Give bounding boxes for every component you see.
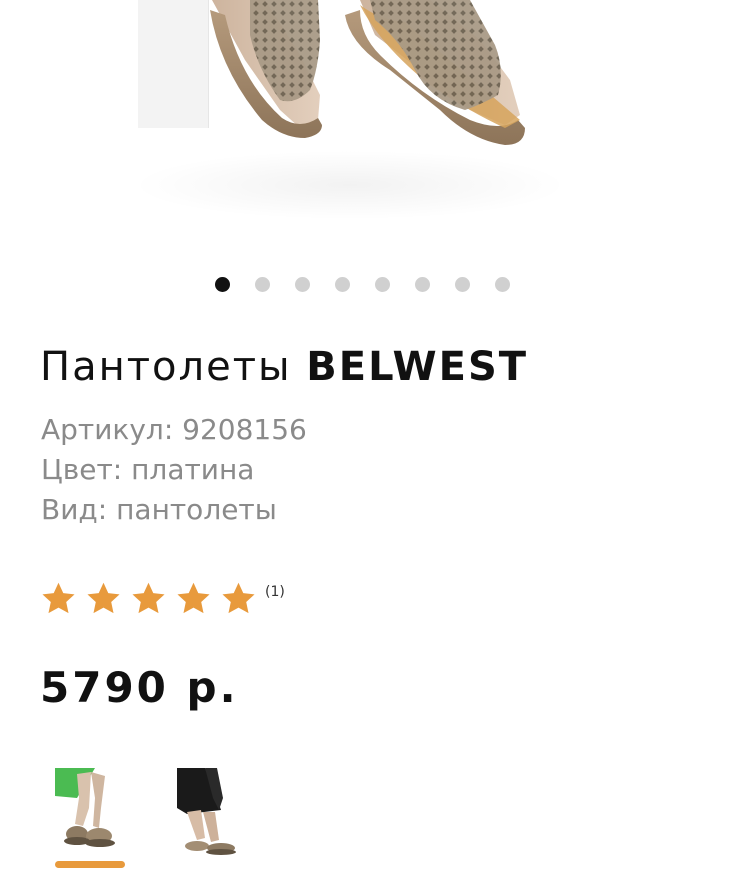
product-type-name: Пантолеты <box>40 344 292 390</box>
variant-thumbnail[interactable] <box>177 768 247 860</box>
star-icon <box>222 582 255 614</box>
carousel-dot[interactable] <box>255 277 270 292</box>
product-photo <box>210 0 525 145</box>
carousel-dot[interactable] <box>495 277 510 292</box>
review-count[interactable]: (1) <box>265 584 285 600</box>
product-price: 5790 р. <box>40 663 239 712</box>
carousel-dot[interactable] <box>375 277 390 292</box>
product-attributes: Артикул: 9208156 Цвет: платина Вид: пант… <box>41 410 307 530</box>
carousel-dot[interactable] <box>335 277 350 292</box>
variant-photo <box>55 768 125 860</box>
star-icon <box>42 582 75 614</box>
star-icon <box>132 582 165 614</box>
selected-indicator <box>55 861 125 868</box>
product-color: Цвет: платина <box>41 453 255 486</box>
product-title: Пантолеты BELWEST <box>40 340 528 394</box>
carousel-dot[interactable] <box>295 277 310 292</box>
product-image[interactable] <box>0 0 750 260</box>
product-brand[interactable]: BELWEST <box>306 344 528 390</box>
carousel-dot[interactable] <box>215 277 230 292</box>
carousel-dot[interactable] <box>455 277 470 292</box>
variant-thumbnail-selected[interactable] <box>55 768 125 868</box>
article-number: Артикул: 9208156 <box>41 413 307 446</box>
carousel-pagination <box>0 276 750 294</box>
rating[interactable]: (1) <box>40 580 285 624</box>
star-icon <box>87 582 120 614</box>
star-icon <box>177 582 210 614</box>
carousel-dot[interactable] <box>415 277 430 292</box>
variant-photo <box>177 768 247 860</box>
product-kind: Вид: пантолеты <box>41 493 277 526</box>
